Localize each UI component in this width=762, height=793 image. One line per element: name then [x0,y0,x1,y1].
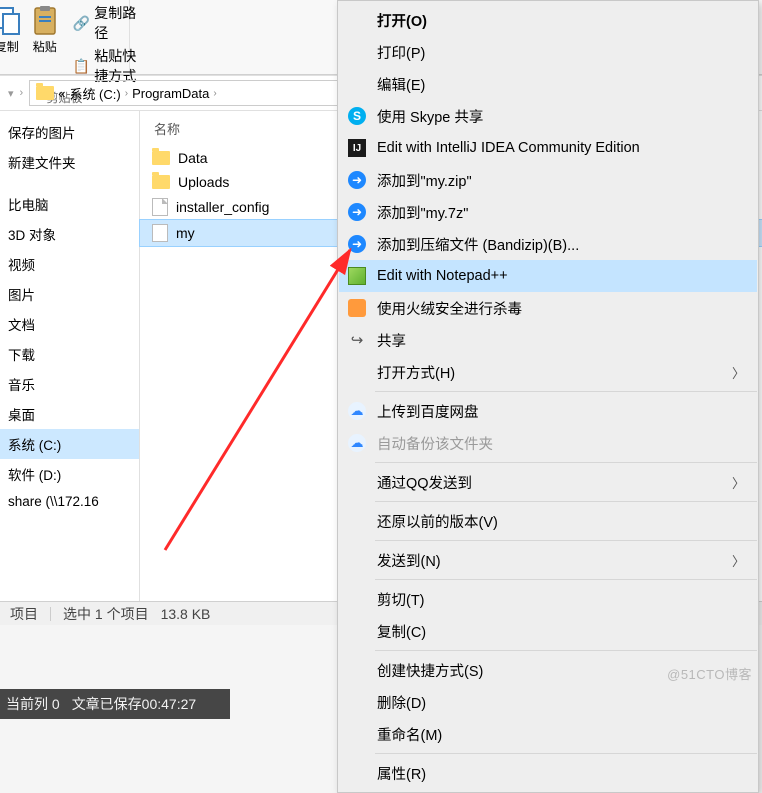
ctx-restore-versions[interactable]: 还原以前的版本(V) [339,505,757,537]
nav-item-pictures[interactable]: 图片 [0,279,139,309]
menu-separator [375,462,757,463]
ctx-send-to[interactable]: 发送到(N)〉 [339,544,757,576]
ctx-qq-send[interactable]: 通过QQ发送到〉 [339,466,757,498]
folder-icon [152,151,170,165]
ctx-baidu-backup: ☁自动备份该文件夹 [339,427,757,459]
copy-label: 复制 [0,38,19,55]
paste-button[interactable]: 粘贴 [27,2,63,57]
nav-item-new-folder[interactable]: 新建文件夹 [0,147,139,177]
file-name: installer_config [176,199,269,215]
copy-button[interactable]: 复制 [0,2,25,57]
ctx-cut[interactable]: 剪切(T) [339,583,757,615]
menu-separator [375,753,757,754]
path-overflow[interactable]: « [58,86,65,101]
share-icon: ↪ [347,330,367,350]
nav-item-saved-pictures[interactable]: 保存的图片 [0,117,139,147]
folder-icon [152,175,170,189]
ctx-open-with[interactable]: 打开方式(H)〉 [339,356,757,388]
nav-item-music[interactable]: 音乐 [0,369,139,399]
paste-icon [29,4,61,36]
chevron-right-icon: 〉 [732,473,745,492]
ctx-skype-share[interactable]: S使用 Skype 共享 [339,100,757,132]
bandizip-icon: ➜ [348,235,366,253]
ctx-print[interactable]: 打印(P) [339,36,757,68]
nav-dropdown-icon[interactable]: ▾ [8,87,14,100]
nav-item-drive-c[interactable]: 系统 (C:) [0,429,139,459]
chevron-right-icon: 〉 [732,363,745,382]
bandizip-icon: ➜ [348,203,366,221]
ctx-add-zip[interactable]: ➜添加到"my.zip" [339,164,757,196]
ctx-rename[interactable]: 重命名(M) [339,718,757,750]
ctx-add-bandizip[interactable]: ➜添加到压缩文件 (Bandizip)(B)... [339,228,757,260]
folder-icon [36,86,54,100]
chevron-right-icon: 〉 [732,551,745,570]
huorong-icon [348,299,366,317]
shortcut-icon: 📋 [73,58,90,75]
nav-item-desktop[interactable]: 桌面 [0,399,139,429]
file-name: my [176,225,195,241]
ctx-edit-intellij[interactable]: IJEdit with IntelliJ IDEA Community Edit… [339,132,757,164]
cursor-position: 当前列 0 [6,694,60,714]
ctx-delete[interactable]: 删除(D) [339,686,757,718]
chevron-right-icon[interactable]: › [125,88,128,99]
ctx-baidu-upload[interactable]: ☁上传到百度网盘 [339,395,757,427]
status-item-count: 项目 [10,604,38,624]
baidu-pan-icon: ☁ [348,434,366,452]
saved-time: 文章已保存00:47:27 [72,694,197,714]
ctx-edit-notepadpp[interactable]: Edit with Notepad++ [339,260,757,292]
menu-separator [375,391,757,392]
path-seg-programdata[interactable]: ProgramData [132,86,209,101]
file-name: Uploads [178,174,229,190]
nav-separator: › [20,87,24,99]
nav-item-downloads[interactable]: 下载 [0,339,139,369]
editor-status-strip: 当前列 0 文章已保存00:47:27 [0,689,230,719]
paste-label: 粘贴 [33,38,57,55]
file-icon [152,198,168,216]
nav-item-this-pc[interactable]: 比电脑 [0,189,139,219]
notepadpp-icon [348,267,366,285]
nav-item-3d-objects[interactable]: 3D 对象 [0,219,139,249]
ctx-copy[interactable]: 复制(C) [339,615,757,647]
baidu-pan-icon: ☁ [348,402,366,420]
status-divider [50,607,51,621]
nav-item-documents[interactable]: 文档 [0,309,139,339]
path-seg-c[interactable]: 系统 (C:) [69,84,120,103]
menu-separator [375,540,757,541]
navigation-tree[interactable]: 保存的图片 新建文件夹 比电脑 3D 对象 视频 图片 文档 下载 音乐 桌面 … [0,111,140,601]
menu-separator [375,501,757,502]
menu-separator [375,650,757,651]
bandizip-icon: ➜ [348,171,366,189]
chevron-right-icon[interactable]: › [213,88,216,99]
menu-separator [375,579,757,580]
nav-item-videos[interactable]: 视频 [0,249,139,279]
nav-item-network-share[interactable]: share (\\172.16 [0,489,139,514]
ctx-properties[interactable]: 属性(R) [339,757,757,789]
ctx-open[interactable]: 打开(O) [339,4,757,36]
copy-icon [0,4,23,36]
ctx-huorong-scan[interactable]: 使用火绒安全进行杀毒 [339,292,757,324]
nav-item-drive-d[interactable]: 软件 (D:) [0,459,139,489]
status-size: 13.8 KB [161,606,211,622]
skype-icon: S [348,107,366,125]
watermark: @51CTO博客 [667,664,752,683]
status-selected: 选中 1 个项目 [63,604,149,624]
ctx-add-7z[interactable]: ➜添加到"my.7z" [339,196,757,228]
ctx-edit[interactable]: 编辑(E) [339,68,757,100]
config-file-icon [152,224,168,242]
file-name: Data [178,150,208,166]
ctx-share[interactable]: ↪共享 [339,324,757,356]
path-icon: 🔗 [73,15,90,32]
intellij-icon: IJ [348,139,366,157]
